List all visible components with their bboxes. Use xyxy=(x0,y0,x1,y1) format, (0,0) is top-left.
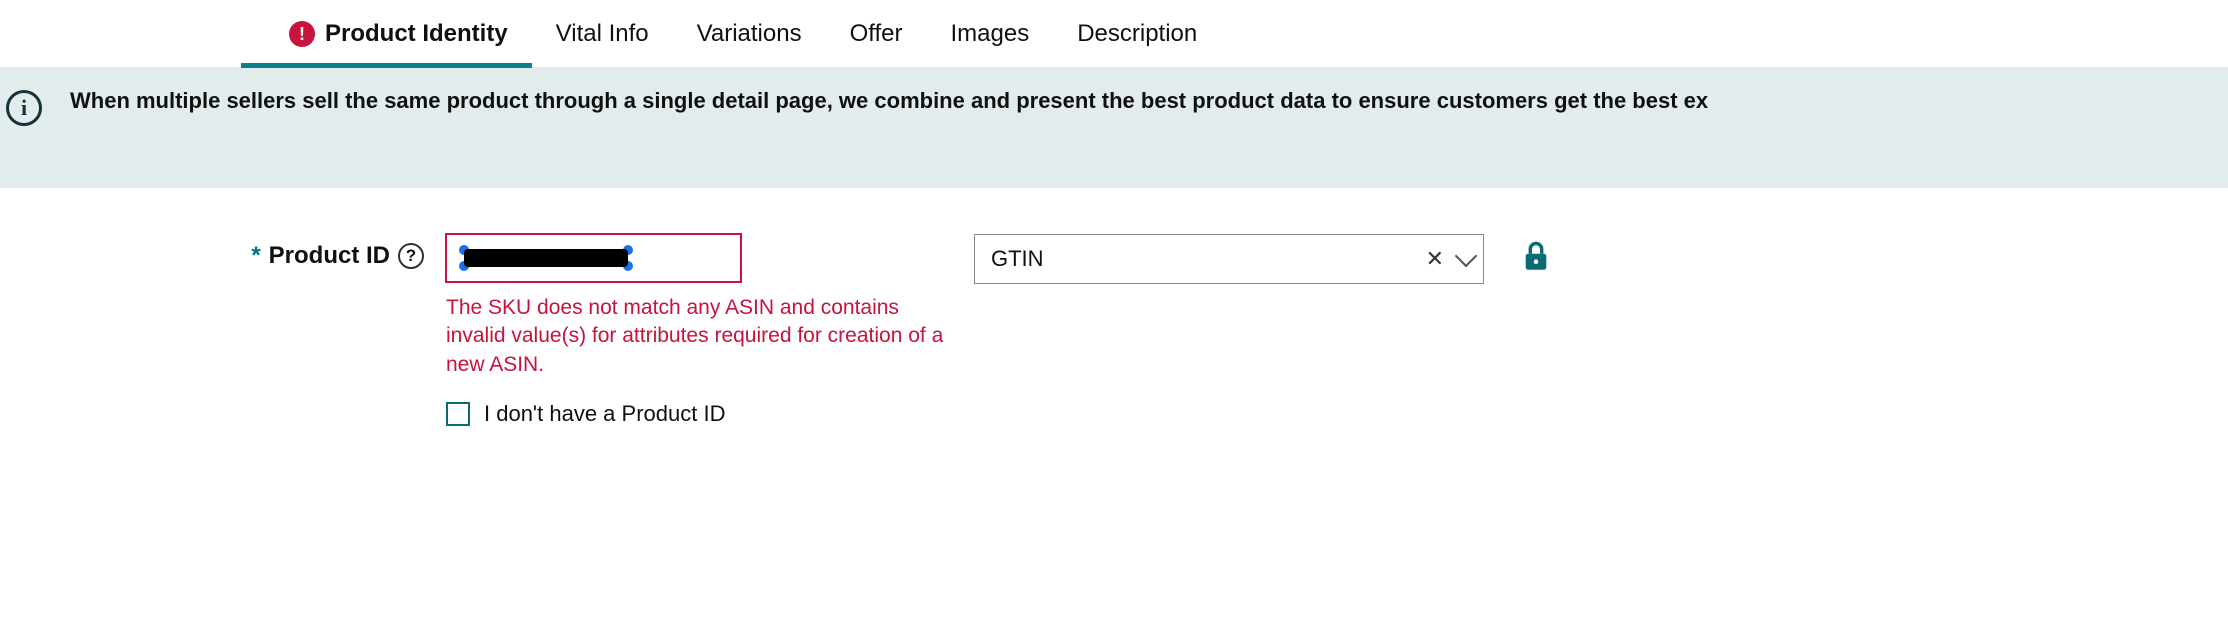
required-star: * xyxy=(251,242,260,270)
tab-offer[interactable]: Offer xyxy=(826,0,927,68)
info-banner: i When multiple sellers sell the same pr… xyxy=(0,68,2228,188)
product-id-type-select[interactable]: GTIN ✕ xyxy=(974,234,1484,284)
product-id-label: Product ID xyxy=(269,242,390,270)
lock-icon xyxy=(1522,240,1550,272)
tab-variations[interactable]: Variations xyxy=(673,0,826,68)
tab-product-identity[interactable]: ! Product Identity xyxy=(265,0,532,68)
redaction-mark xyxy=(456,244,636,272)
tab-description[interactable]: Description xyxy=(1053,0,1221,68)
tab-label: Product Identity xyxy=(325,20,508,48)
product-id-row: * Product ID ? The SKU does not match an… xyxy=(0,188,2228,427)
tab-label: Variations xyxy=(697,20,802,48)
product-id-error: The SKU does not match any ASIN and cont… xyxy=(446,294,956,379)
product-id-type-value: GTIN xyxy=(991,246,1044,272)
no-product-id-label: I don't have a Product ID xyxy=(484,401,725,427)
tab-label: Offer xyxy=(850,20,903,48)
product-id-label-group: * Product ID ? xyxy=(0,234,446,270)
chevron-down-icon[interactable] xyxy=(1455,245,1478,268)
product-id-input-wrapper xyxy=(446,234,956,282)
tab-images[interactable]: Images xyxy=(927,0,1054,68)
product-id-fields: The SKU does not match any ASIN and cont… xyxy=(446,234,1550,427)
no-product-id-checkbox[interactable] xyxy=(446,402,470,426)
info-icon: i xyxy=(6,90,42,126)
info-banner-text: When multiple sellers sell the same prod… xyxy=(70,88,1708,114)
tab-label: Vital Info xyxy=(556,20,649,48)
error-icon: ! xyxy=(289,21,315,47)
clear-icon[interactable]: ✕ xyxy=(1426,246,1444,272)
lock-column xyxy=(1502,234,1550,278)
help-icon[interactable]: ? xyxy=(398,243,424,269)
tabs-bar: ! Product Identity Vital Info Variations… xyxy=(0,0,2228,68)
no-product-id-row: I don't have a Product ID xyxy=(446,401,956,427)
tab-label: Images xyxy=(951,20,1030,48)
tab-label: Description xyxy=(1077,20,1197,48)
tab-vital-info[interactable]: Vital Info xyxy=(532,0,673,68)
